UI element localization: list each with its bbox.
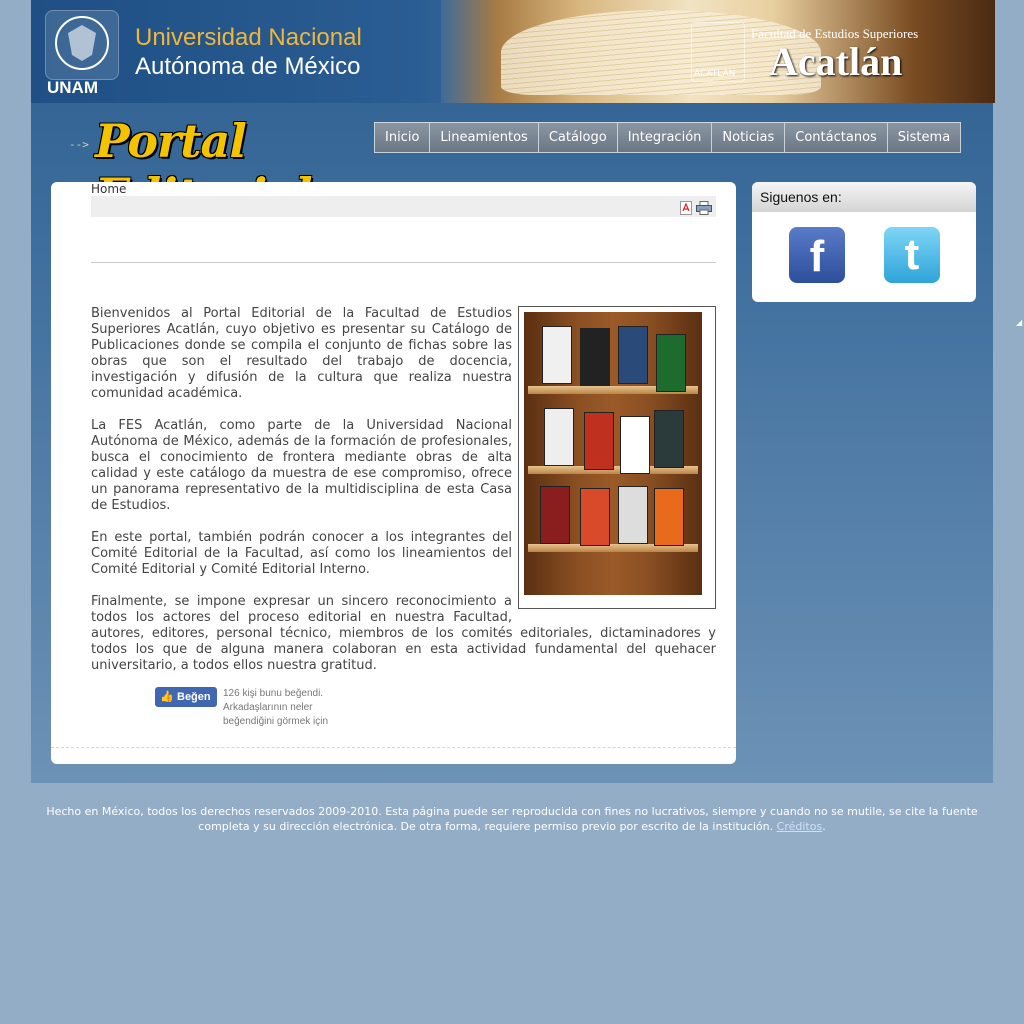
portal-editorial-logo[interactable]: --> Portal Editorial (49, 112, 399, 222)
print-icon[interactable] (696, 201, 712, 215)
nav-item-sistema[interactable]: Sistema (886, 123, 962, 153)
fes-name: Acatlán (769, 39, 903, 84)
dashed-separator (51, 747, 736, 748)
nav-item-noticias[interactable]: Noticias (711, 123, 785, 153)
like-count-text: 126 kişi bunu beğendi. Arkadaşlarının ne… (223, 688, 329, 727)
facebook-icon[interactable]: f (789, 227, 845, 283)
footer-end: . (822, 820, 826, 833)
portal-arrow: --> (69, 138, 89, 151)
article-body: Bienvenidos al Portal Editorial de la Fa… (91, 306, 716, 690)
credits-link[interactable]: Créditos (777, 820, 823, 833)
breadcrumb[interactable]: Home (91, 182, 126, 196)
unam-label: UNAM (47, 78, 98, 97)
fes-logo: ACATLÁN (691, 22, 745, 82)
social-panel-header: Siguenos en: (752, 182, 976, 212)
scroll-arrow-icon[interactable]: ◢ (1016, 318, 1024, 327)
nav-item-contactanos[interactable]: Contáctanos (784, 123, 887, 153)
facebook-like-box: 👍 Beğen 126 kişi bunu beğendi. Arkadaşla… (155, 687, 355, 733)
fes-logo-caption: ACATLÁN (694, 69, 736, 79)
nav-item-lineamientos[interactable]: Lineamientos (429, 123, 538, 153)
main-nav: Inicio Lineamientos Catálogo Integración… (374, 122, 962, 153)
unam-seal-logo[interactable] (45, 10, 119, 80)
social-panel: Siguenos en: f t (752, 182, 976, 302)
nav-item-catalogo[interactable]: Catálogo (537, 123, 617, 153)
divider (91, 262, 716, 263)
pdf-icon[interactable] (680, 201, 692, 215)
nav-item-integracion[interactable]: Integración (616, 123, 712, 153)
article-toolbar (91, 196, 716, 217)
university-name-line1: Universidad Nacional (135, 24, 362, 51)
bookshelf-image (518, 306, 716, 609)
page-container: UNAM Universidad Nacional Autónoma de Mé… (31, 0, 995, 783)
nav-item-inicio[interactable]: Inicio (374, 123, 430, 153)
like-button[interactable]: 👍 Beğen (155, 687, 217, 707)
twitter-icon[interactable]: t (884, 227, 940, 283)
main-content-panel: Home Bienvenidos al Portal Editorial de … (51, 182, 736, 764)
footer: Hecho en México, todos los derechos rese… (20, 804, 1004, 834)
header-banner: UNAM Universidad Nacional Autónoma de Mé… (31, 0, 995, 103)
footer-text: Hecho en México, todos los derechos rese… (46, 805, 978, 833)
university-name-line2: Autónoma de México (135, 53, 361, 80)
like-button-label: Beğen (177, 691, 211, 703)
like-thumb-icon: 👍 (160, 691, 174, 703)
